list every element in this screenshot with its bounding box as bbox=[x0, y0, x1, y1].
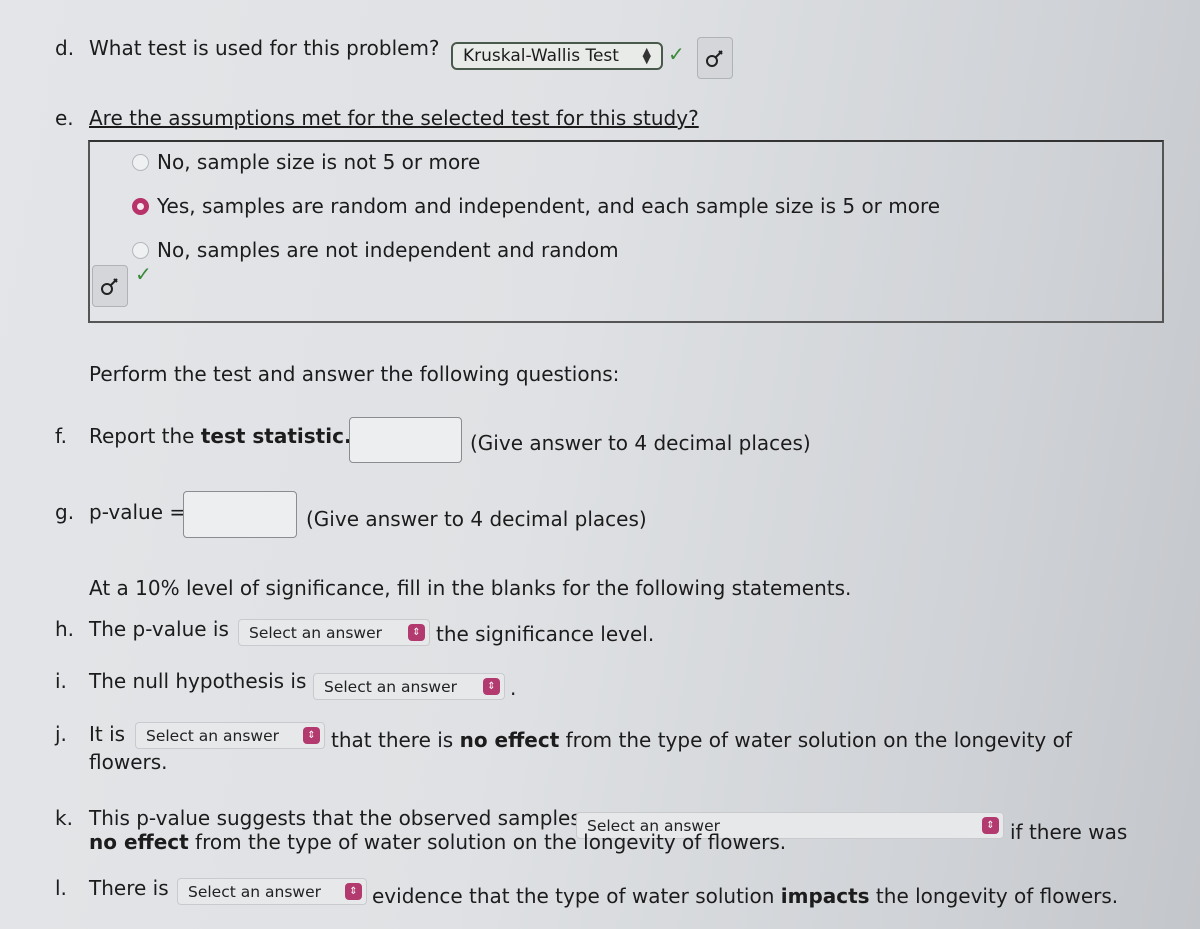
test-type-select-value: Kruskal-Wallis Test bbox=[463, 46, 619, 66]
radio-option-2[interactable]: Yes, samples are random and independent,… bbox=[132, 194, 940, 218]
question-j-bold: no effect bbox=[459, 728, 560, 752]
radio-button[interactable] bbox=[132, 153, 149, 171]
question-l-after: evidence that the type of water solution… bbox=[372, 884, 1118, 908]
radio-option-label: Yes, samples are random and independent,… bbox=[157, 194, 941, 218]
question-k-bold: no effect bbox=[89, 830, 189, 854]
question-j-line2: flowers. bbox=[89, 750, 168, 774]
test-statistic-input[interactable] bbox=[349, 417, 462, 463]
updown-icon: ⇕ bbox=[345, 883, 362, 900]
updown-icon: ⇕ bbox=[483, 678, 500, 695]
key-icon-glyph bbox=[706, 50, 723, 67]
question-f-bold: test statistic. bbox=[200, 424, 352, 448]
question-j-after: that there is no effect from the type of… bbox=[331, 728, 1072, 752]
check-icon: ✓ bbox=[668, 42, 685, 66]
question-l-letter: l. bbox=[55, 876, 67, 900]
radio-option-3[interactable]: No, samples are not independent and rand… bbox=[132, 238, 619, 262]
question-i-before: The null hypothesis is bbox=[89, 669, 307, 693]
updown-icon: ⇕ bbox=[982, 817, 999, 834]
evidence-select[interactable]: Select an answer ⇕ bbox=[177, 878, 367, 905]
updown-icon: ⇕ bbox=[303, 727, 320, 744]
question-k-letter: k. bbox=[55, 806, 73, 830]
select-value: Select an answer bbox=[188, 882, 321, 901]
p-value-hint: (Give answer to 4 decimal places) bbox=[306, 507, 647, 531]
question-h: h. The p-value is bbox=[55, 617, 229, 641]
question-k-line2: no effect from the type of water solutio… bbox=[89, 830, 786, 854]
question-d: d. What test is used for this problem? bbox=[55, 36, 440, 60]
question-j: j. It is bbox=[55, 722, 125, 746]
question-g-letter: g. bbox=[55, 500, 75, 524]
question-l-bold: impacts bbox=[780, 884, 870, 908]
significance-instruction: At a 10% level of significance, fill in … bbox=[89, 576, 852, 600]
question-k-after: if there was bbox=[1010, 820, 1128, 844]
radio-option-label: No, samples are not independent and rand… bbox=[157, 238, 619, 262]
question-l: l. There is bbox=[55, 876, 169, 900]
test-statistic-hint: (Give answer to 4 decimal places) bbox=[470, 431, 811, 455]
question-h-before: The p-value is bbox=[89, 617, 229, 641]
select-value: Select an answer bbox=[146, 726, 279, 745]
question-l-after-2: the longevity of flowers. bbox=[869, 884, 1119, 908]
question-k-line2-rest: from the type of water solution on the l… bbox=[188, 830, 787, 854]
radio-button[interactable] bbox=[132, 241, 149, 259]
question-k-before: This p-value suggests that the observed … bbox=[89, 806, 581, 830]
updown-icon: ▲ ▼ bbox=[642, 45, 651, 66]
question-g-label: p-value = bbox=[89, 500, 187, 524]
test-type-select[interactable]: Kruskal-Wallis Test ▲ ▼ bbox=[451, 42, 663, 70]
question-j-before: It is bbox=[89, 722, 126, 746]
question-d-letter: d. bbox=[55, 36, 75, 60]
conclusion-select[interactable]: Select an answer ⇕ bbox=[135, 722, 325, 749]
question-f: f. Report the test statistic. bbox=[55, 424, 352, 448]
radio-button-selected[interactable] bbox=[132, 197, 149, 215]
question-h-after: the significance level. bbox=[436, 622, 655, 646]
pvalue-comparison-select[interactable]: Select an answer ⇕ bbox=[238, 619, 430, 646]
radio-option-1[interactable]: No, sample size is not 5 or more bbox=[132, 150, 480, 174]
question-j-after-1: that there is bbox=[331, 728, 460, 752]
question-i-letter: i. bbox=[55, 669, 67, 693]
question-i-after: . bbox=[510, 676, 517, 700]
question-f-letter: f. bbox=[55, 424, 67, 448]
question-d-text: What test is used for this problem? bbox=[89, 36, 440, 60]
question-l-after-1: evidence that the type of water solution bbox=[372, 884, 781, 908]
check-icon: ✓ bbox=[135, 262, 152, 286]
key-icon-glyph bbox=[101, 278, 118, 295]
question-e-text: Are the assumptions met for the selected… bbox=[89, 106, 699, 130]
p-value-input[interactable] bbox=[183, 491, 297, 538]
question-j-letter: j. bbox=[55, 722, 67, 746]
question-j-after-2: from the type of water solution on the l… bbox=[559, 728, 1072, 752]
question-g: g. p-value = bbox=[55, 500, 186, 524]
perform-test-instruction: Perform the test and answer the followin… bbox=[89, 362, 620, 386]
question-f-text: Report the bbox=[89, 424, 201, 448]
question-k: k. This p-value suggests that the observe… bbox=[55, 806, 581, 830]
question-e-letter: e. bbox=[55, 106, 74, 130]
key-icon[interactable] bbox=[697, 37, 733, 79]
updown-icon: ⇕ bbox=[408, 624, 425, 641]
question-i: i. The null hypothesis is bbox=[55, 669, 306, 693]
question-l-before: There is bbox=[89, 876, 169, 900]
null-hypothesis-select[interactable]: Select an answer ⇕ bbox=[313, 673, 505, 700]
question-h-letter: h. bbox=[55, 617, 75, 641]
select-value: Select an answer bbox=[249, 623, 382, 642]
select-value: Select an answer bbox=[324, 677, 457, 696]
key-icon[interactable] bbox=[92, 265, 128, 307]
radio-option-label: No, sample size is not 5 or more bbox=[157, 150, 481, 174]
question-e: e. Are the assumptions met for the select… bbox=[55, 106, 699, 130]
